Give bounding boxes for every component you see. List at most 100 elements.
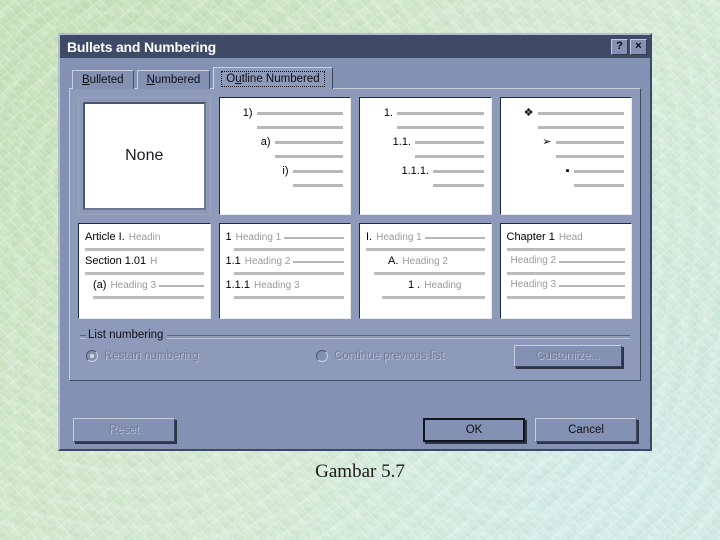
close-icon[interactable]: × xyxy=(630,38,647,55)
placeholder-rule xyxy=(555,154,624,158)
level-marker: 1 xyxy=(225,231,232,243)
preview-heading-row: Chapter 1 Head xyxy=(507,231,626,245)
help-button[interactable]: ? xyxy=(611,38,628,55)
level-text: Heading 1 xyxy=(376,232,422,243)
dialog-titlebar[interactable]: Bullets and Numbering ? × xyxy=(60,35,650,58)
level-text: Heading xyxy=(424,280,462,291)
preview-heading-row: Heading 2 xyxy=(507,255,625,269)
tab-bulleted-label: Bulleted xyxy=(82,74,124,86)
customize-button[interactable]: Customize... xyxy=(514,345,622,367)
level-marker: 1.1.1. xyxy=(401,164,429,177)
preview-line xyxy=(367,150,484,162)
level-marker: I. xyxy=(366,231,373,243)
gallery-item-roman-heading-outline[interactable]: I. Heading 1 A. Heading 2 1 . Heading xyxy=(359,223,492,319)
preview-line xyxy=(367,179,484,191)
placeholder-rule xyxy=(233,272,344,275)
dialog-title: Bullets and Numbering xyxy=(67,38,217,55)
gallery-item-none-label: None xyxy=(83,102,206,210)
preview-line: 1.1. xyxy=(367,136,484,148)
level-text: Heading 3 xyxy=(253,280,300,291)
footer-right-buttons: OK Cancel xyxy=(423,418,637,442)
radio-indicator-icon xyxy=(316,350,328,362)
preview-line: 1) xyxy=(227,107,343,119)
restart-numbering-label: Restart numbering xyxy=(104,350,199,362)
placeholder-rule xyxy=(292,169,343,173)
placeholder-rule xyxy=(293,261,344,263)
tab-bulleted[interactable]: Bulleted xyxy=(72,70,134,89)
level-marker: 1.1 xyxy=(225,255,241,267)
placeholder-rule xyxy=(292,183,343,187)
placeholder-rule xyxy=(537,125,624,129)
preview-line xyxy=(367,121,484,133)
level-text: H xyxy=(150,256,158,267)
list-numbering-group: List numbering Restart numbering Continu… xyxy=(80,328,630,374)
placeholder-rule xyxy=(433,169,484,173)
preview-heading-row: 1.1 Heading 2 xyxy=(225,255,344,269)
preview-line: ❖ xyxy=(508,107,624,119)
placeholder-rule xyxy=(397,125,484,129)
preview-heading-row: Section 1.01 H xyxy=(85,255,204,269)
bullets-and-numbering-dialog: Bullets and Numbering ? × Bulleted Numbe… xyxy=(58,33,652,451)
level-marker: 1.1. xyxy=(392,135,411,148)
preview-line xyxy=(508,150,624,162)
preview-line: ▪ xyxy=(508,165,624,177)
preview-line: 1. xyxy=(367,107,484,119)
tab-strip: Bulleted Numbered Outline Numbered xyxy=(60,67,650,89)
placeholder-rule xyxy=(415,154,484,158)
placeholder-rule xyxy=(573,183,624,187)
placeholder-rule xyxy=(85,272,204,275)
placeholder-rule xyxy=(85,248,204,251)
level-text: Heading 2 xyxy=(244,256,291,267)
level-text: Heading 3 xyxy=(110,280,157,291)
tab-outline-numbered[interactable]: Outline Numbered xyxy=(213,67,333,89)
gallery-item-legal-outline[interactable]: 1. 1.1. 1.1.1. xyxy=(359,97,492,215)
preview-heading-row: (a) Heading 3 xyxy=(85,279,204,293)
gallery-item-symbol-bullets[interactable]: ❖ ➢ ▪ xyxy=(499,97,632,215)
level-marker: i) xyxy=(282,164,289,177)
placeholder-rule xyxy=(424,237,485,239)
preview-line xyxy=(227,121,343,133)
level-text: Head xyxy=(558,232,583,243)
gallery-item-article-section-outline[interactable]: Article I. Headin Section 1.01 H (a) Hea… xyxy=(78,223,211,319)
ok-button[interactable]: OK xyxy=(423,418,525,442)
dialog-footer: Reset OK Cancel xyxy=(60,417,650,443)
placeholder-rule xyxy=(256,111,343,115)
preview-heading-row: 1 Heading 1 xyxy=(225,231,344,245)
tab-numbered[interactable]: Numbered xyxy=(136,70,211,89)
preview-heading-row: Heading 3 xyxy=(507,279,625,293)
restart-numbering-radio[interactable]: Restart numbering xyxy=(86,350,316,362)
level-text: Heading 2 xyxy=(402,256,448,267)
reset-button[interactable]: Reset xyxy=(73,418,175,442)
placeholder-rule xyxy=(274,154,343,158)
placeholder-rule xyxy=(415,140,484,144)
placeholder-rule xyxy=(506,248,625,251)
tab-numbered-label: Numbered xyxy=(146,74,201,86)
cancel-button[interactable]: Cancel xyxy=(535,418,637,442)
placeholder-rule xyxy=(233,248,344,251)
preview-line xyxy=(227,179,343,191)
placeholder-rule xyxy=(256,125,343,129)
level-marker: A. xyxy=(388,255,399,267)
gallery-item-parenthesis-outline[interactable]: 1) a) i) xyxy=(218,97,351,215)
gallery-item-chapter-heading-outline[interactable]: Chapter 1 Head Heading 2 Heading 3 xyxy=(499,223,632,319)
preview-line: a) xyxy=(227,136,343,148)
level-text: Heading 3 xyxy=(510,279,557,290)
gallery-item-none[interactable]: None xyxy=(78,97,211,215)
level-text: Heading 1 xyxy=(235,232,282,243)
level-marker: Article I. xyxy=(85,231,125,243)
gallery-item-numeric-heading-outline[interactable]: 1 Heading 1 1.1 Heading 2 1.1.1 Heading … xyxy=(218,223,351,319)
placeholder-rule xyxy=(284,237,344,239)
placeholder-rule xyxy=(159,285,204,287)
placeholder-rule xyxy=(559,261,625,263)
tab-outline-numbered-label: Outline Numbered xyxy=(221,70,325,87)
preview-line: i) xyxy=(227,164,343,177)
preview-heading-row: 1 . Heading xyxy=(366,279,485,293)
list-numbering-controls: Restart numbering Continue previous list… xyxy=(86,341,624,367)
preview-line xyxy=(508,121,624,133)
preview-heading-row: A. Heading 2 xyxy=(366,255,485,269)
placeholder-rule xyxy=(506,272,625,275)
level-text: Headin xyxy=(128,232,161,243)
placeholder-rule xyxy=(555,140,624,144)
preview-heading-row: I. Heading 1 xyxy=(366,231,485,245)
continue-previous-list-radio[interactable]: Continue previous list xyxy=(316,350,444,362)
